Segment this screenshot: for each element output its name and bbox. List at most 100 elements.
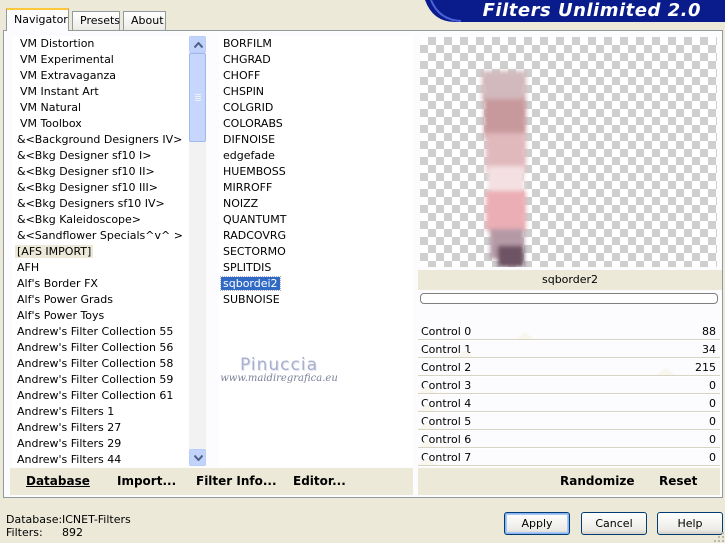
category-item[interactable]: AFH: [12, 260, 189, 276]
filter-item[interactable]: edgefade: [219, 148, 413, 164]
tab-navigator[interactable]: Navigator: [6, 8, 69, 31]
category-item[interactable]: VM Toolbox: [12, 116, 189, 132]
category-item[interactable]: Andrew's Filter Collection 55: [12, 324, 189, 340]
control-thumb[interactable]: [657, 368, 676, 375]
control-label: Control 0: [421, 325, 472, 338]
database-button[interactable]: Database: [26, 474, 90, 488]
category-item[interactable]: &<Bkg Designers sf10 IV>: [12, 196, 189, 212]
category-item[interactable]: &<Bkg Designer sf10 III>: [12, 180, 189, 196]
control-thumb[interactable]: [455, 350, 474, 357]
category-item[interactable]: Alf's Power Toys: [12, 308, 189, 324]
filter-item[interactable]: HUEMBOSS: [219, 164, 413, 180]
filter-item[interactable]: QUANTUMT: [219, 212, 413, 228]
filter-item-label: HUEMBOSS: [223, 165, 286, 178]
category-item[interactable]: Andrew's Filter Collection 58: [12, 356, 189, 372]
category-item[interactable]: &<Bkg Designer sf10 I>: [12, 148, 189, 164]
control-slider-1[interactable]: Control 1 34: [418, 341, 720, 359]
filter-item[interactable]: CHOFF: [219, 68, 413, 84]
category-item-label: Andrew's Filter Collection 59: [17, 373, 174, 386]
category-item[interactable]: Alf's Power Grads: [12, 292, 189, 308]
control-slider-3[interactable]: Control 30: [418, 377, 720, 395]
category-item[interactable]: Andrew's Filters 29: [12, 436, 189, 452]
randomize-button[interactable]: Randomize: [560, 474, 634, 488]
category-item[interactable]: VM Natural: [12, 100, 189, 116]
category-item[interactable]: VM Experimental: [12, 52, 189, 68]
category-item[interactable]: &<Bkg Kaleidoscope>: [12, 212, 189, 228]
filters-unlimited-window: Filters Unlimited 2.0 Navigator Presets …: [0, 0, 725, 543]
filter-item[interactable]: BORFILM: [219, 36, 413, 52]
category-item[interactable]: &<Bkg Designer sf10 II>: [12, 164, 189, 180]
category-item-label: [AFS IMPORT]: [15, 245, 94, 258]
cancel-button[interactable]: Cancel: [581, 512, 647, 535]
control-thumb[interactable]: [418, 440, 436, 447]
category-item[interactable]: VM Extravaganza: [12, 68, 189, 84]
category-item[interactable]: [AFS IMPORT]: [12, 244, 189, 260]
category-item[interactable]: Andrew's Filter Collection 59: [12, 372, 189, 388]
category-item[interactable]: Andrew's Filters 1: [12, 404, 189, 420]
control-value: 0: [709, 415, 716, 428]
scroll-thumb[interactable]: [189, 53, 206, 142]
control-value: 0: [709, 433, 716, 446]
filter-item[interactable]: SUBNOISE: [219, 292, 413, 308]
control-track: [418, 411, 720, 412]
control-slider-2[interactable]: Control 2 215: [418, 359, 720, 377]
filter-item[interactable]: SPLITDIS: [219, 260, 413, 276]
filter-item[interactable]: MIRROFF: [219, 180, 413, 196]
category-item[interactable]: Andrew's Filters 44: [12, 452, 189, 467]
control-slider-5[interactable]: Control 50: [418, 413, 720, 431]
filter-item[interactable]: CHSPIN: [219, 84, 413, 100]
filter-item-label: MIRROFF: [223, 181, 273, 194]
filter-item[interactable]: RADCOVRG: [219, 228, 413, 244]
filter-item[interactable]: sqbordei2: [219, 276, 413, 292]
control-thumb[interactable]: [418, 458, 436, 465]
control-thumb[interactable]: [516, 332, 534, 339]
preview-image: [420, 37, 717, 267]
category-item[interactable]: VM Instant Art: [12, 84, 189, 100]
editor-button[interactable]: Editor...: [293, 474, 346, 488]
status-database: Database: ICNET-Filters: [6, 513, 131, 526]
filter-item-label: NOIZZ: [223, 197, 259, 210]
category-item[interactable]: Andrew's Filters 27: [12, 420, 189, 436]
category-item-label: Andrew's Filters 29: [17, 437, 122, 450]
scroll-up-button[interactable]: [189, 36, 206, 53]
tab-about[interactable]: About: [123, 11, 166, 30]
filter-item-label: COLGRID: [223, 101, 274, 114]
control-thumb[interactable]: [418, 404, 436, 411]
filter-list[interactable]: BORFILM CHGRAD CHOFF CHSPIN COLGRID COLORABS D…: [219, 36, 413, 467]
category-item-label: VM Instant Art: [20, 85, 99, 98]
tab-presets[interactable]: Presets: [72, 11, 120, 30]
filter-item-label: DIFNOISE: [223, 133, 276, 146]
apply-button[interactable]: Apply: [504, 512, 570, 535]
filter-item[interactable]: DIFNOISE: [219, 132, 413, 148]
import-button[interactable]: Import...: [117, 474, 176, 488]
control-thumb[interactable]: [418, 422, 436, 429]
control-slider-6[interactable]: Control 60: [418, 431, 720, 449]
control-slider-0[interactable]: Control 0 88: [418, 323, 720, 341]
category-list[interactable]: VM Distortion VM Experimental VM Extravaga…: [12, 36, 189, 467]
scroll-down-button[interactable]: [189, 449, 206, 466]
category-item-label: VM Natural: [20, 101, 82, 114]
filter-item[interactable]: CHGRAD: [219, 52, 413, 68]
category-item[interactable]: Andrew's Filter Collection 56: [12, 340, 189, 356]
filter-item-label: COLORABS: [223, 117, 283, 130]
category-item-label: Andrew's Filter Collection 61: [17, 389, 174, 402]
category-item[interactable]: &<Background Designers IV>: [12, 132, 189, 148]
control-track: [418, 357, 720, 358]
status-filters-value: 892: [62, 526, 83, 539]
reset-button[interactable]: Reset: [659, 474, 697, 488]
control-slider-7[interactable]: Control 70: [418, 449, 720, 467]
category-item-label: Andrew's Filter Collection 56: [17, 341, 174, 354]
category-item[interactable]: VM Distortion: [12, 36, 189, 52]
filter-info-button[interactable]: Filter Info...: [196, 474, 277, 488]
filter-item[interactable]: SECTORMO: [219, 244, 413, 260]
resize-grip-icon[interactable]: [713, 531, 725, 543]
filter-item[interactable]: COLGRID: [219, 100, 413, 116]
category-item[interactable]: Alf's Border FX: [12, 276, 189, 292]
control-slider-4[interactable]: Control 40: [418, 395, 720, 413]
control-thumb[interactable]: [418, 386, 436, 393]
filter-item[interactable]: COLORABS: [219, 116, 413, 132]
category-scrollbar[interactable]: [189, 36, 206, 466]
filter-item[interactable]: NOIZZ: [219, 196, 413, 212]
category-item[interactable]: &<Sandflower Specials^v^ >: [12, 228, 189, 244]
category-item[interactable]: Andrew's Filter Collection 61: [12, 388, 189, 404]
